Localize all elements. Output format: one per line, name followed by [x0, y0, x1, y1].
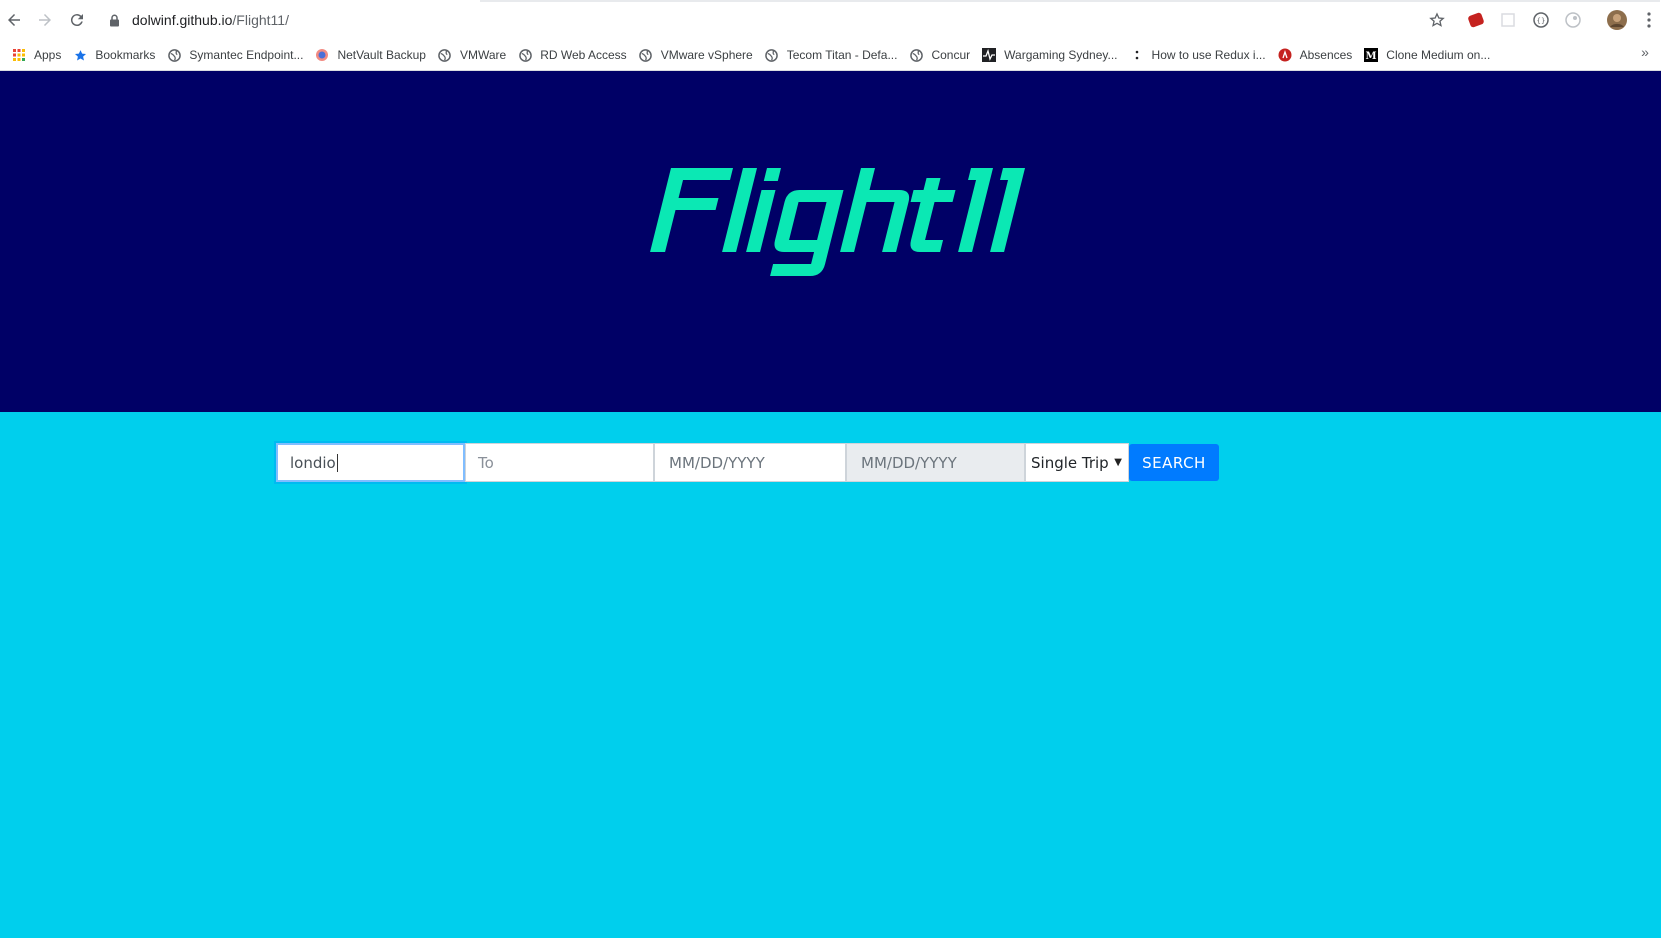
bookmark-item[interactable]: How to use Redux i... — [1126, 43, 1274, 67]
absences-icon — [1278, 48, 1292, 62]
extension-red-icon — [1468, 12, 1484, 28]
bookmark-item[interactable]: RD Web Access — [514, 43, 634, 67]
dots-icon — [1130, 48, 1144, 62]
globe-icon — [438, 48, 452, 62]
bookmark-label: Wargaming Sydney... — [1004, 48, 1118, 62]
bookmark-label: Tecom Titan - Defa... — [786, 48, 898, 62]
bookmark-star-button[interactable] — [1426, 9, 1448, 31]
bookmark-label: Absences — [1299, 48, 1353, 62]
depart-date-input[interactable]: MM/DD/YYYY — [654, 443, 846, 482]
bookmark-item[interactable]: Absences — [1274, 43, 1361, 67]
svg-text:M: M — [1366, 51, 1377, 62]
bookmark-item[interactable]: Apps — [8, 43, 69, 67]
bookmark-label: VMware vSphere — [660, 48, 753, 62]
kebab-menu-icon — [1647, 12, 1651, 28]
trip-type-value: Single Trip — [1031, 453, 1109, 472]
bookmark-label: RD Web Access — [540, 48, 627, 62]
bookmark-item[interactable]: Tecom Titan - Defa... — [761, 43, 906, 67]
url-host: dolwinf.github.io — [132, 12, 233, 28]
bookmark-label: How to use Redux i... — [1151, 48, 1266, 62]
depart-date-placeholder: MM/DD/YYYY — [669, 453, 765, 472]
dropdown-arrow-icon: ▼ — [1114, 457, 1122, 468]
bookmark-label: VMWare — [459, 48, 507, 62]
return-date-placeholder: MM/DD/YYYY — [861, 453, 957, 472]
bookmark-label: Apps — [34, 48, 62, 62]
extension-code-button[interactable]: {} — [1530, 9, 1552, 31]
lock-icon — [106, 12, 122, 28]
from-input[interactable]: londio — [276, 443, 465, 482]
flight11-logo — [650, 168, 1026, 276]
medium-icon: M — [1364, 48, 1379, 62]
bookmark-label: Symantec Endpoint... — [189, 48, 304, 62]
flight-search-form: londio To MM/DD/YYYY MM/DD/YYYY Single T… — [276, 443, 1219, 482]
bookmark-item[interactable]: NetVault Backup — [311, 43, 434, 67]
search-section — [0, 412, 1661, 938]
extension-code-icon: {} — [1533, 12, 1549, 28]
search-button[interactable]: SEARCH — [1129, 444, 1219, 481]
extension-red-button[interactable] — [1465, 9, 1487, 31]
trip-type-select[interactable]: Single Trip ▼ — [1025, 443, 1129, 482]
bookmark-label: NetVault Backup — [337, 48, 426, 62]
url-path: /Flight11/ — [232, 12, 289, 28]
bookmark-label: Clone Medium on... — [1386, 48, 1491, 62]
extension-circle-button[interactable] — [1562, 9, 1584, 31]
loading-indicator — [480, 0, 1660, 2]
pulse-icon — [982, 48, 997, 62]
netvault-icon — [315, 48, 329, 62]
globe-icon — [518, 48, 532, 62]
profile-avatar-button[interactable] — [1606, 9, 1628, 31]
back-arrow-icon — [8, 14, 20, 26]
apps-grid-icon — [12, 48, 26, 62]
return-date-input: MM/DD/YYYY — [846, 443, 1025, 482]
forward-arrow-icon — [39, 14, 51, 26]
star-icon — [73, 48, 87, 62]
globe-icon — [909, 48, 923, 62]
back-button[interactable] — [2, 8, 26, 32]
globe-icon — [639, 48, 653, 62]
text-cursor — [336, 453, 338, 472]
reload-button[interactable] — [65, 8, 89, 32]
bookmark-item[interactable]: Bookmarks — [69, 43, 163, 67]
bookmarks-bar: Apps Bookmarks Symantec Endpoint... NetVaul… — [0, 40, 1661, 71]
bookmark-item[interactable]: VMWare — [434, 43, 514, 67]
bookmark-item[interactable]: M Clone Medium on... — [1360, 43, 1498, 67]
address-bar[interactable]: dolwinf.github.io/Flight11/ — [106, 6, 1396, 34]
extension-grid-icon — [1501, 13, 1515, 27]
to-input-placeholder: To — [478, 453, 494, 472]
bookmark-item[interactable]: VMware vSphere — [635, 43, 761, 67]
forward-button[interactable] — [33, 8, 57, 32]
extension-grid-button[interactable] — [1497, 9, 1519, 31]
url-text: dolwinf.github.io/Flight11/ — [132, 12, 289, 28]
to-input[interactable]: To — [465, 443, 654, 482]
bookmark-item[interactable]: Concur — [905, 43, 978, 67]
bookmark-item[interactable]: Wargaming Sydney... — [978, 43, 1125, 67]
reload-icon — [70, 14, 83, 27]
bookmark-item[interactable]: Symantec Endpoint... — [163, 43, 311, 67]
search-button-label: SEARCH — [1142, 453, 1206, 472]
browser-toolbar: dolwinf.github.io/Flight11/ {} — [0, 0, 1661, 40]
star-outline-icon — [1429, 12, 1445, 27]
extension-circle-icon — [1565, 12, 1581, 28]
browser-menu-button[interactable] — [1638, 9, 1660, 31]
globe-icon — [167, 48, 181, 62]
bookmark-label: Bookmarks — [95, 48, 156, 62]
svg-text:{}: {} — [1537, 17, 1546, 25]
from-input-value: londio — [290, 453, 336, 472]
globe-icon — [765, 48, 779, 62]
bookmarks-overflow-button[interactable]: » — [1635, 44, 1655, 60]
avatar-icon — [1607, 10, 1627, 30]
bookmark-label: Concur — [931, 48, 971, 62]
